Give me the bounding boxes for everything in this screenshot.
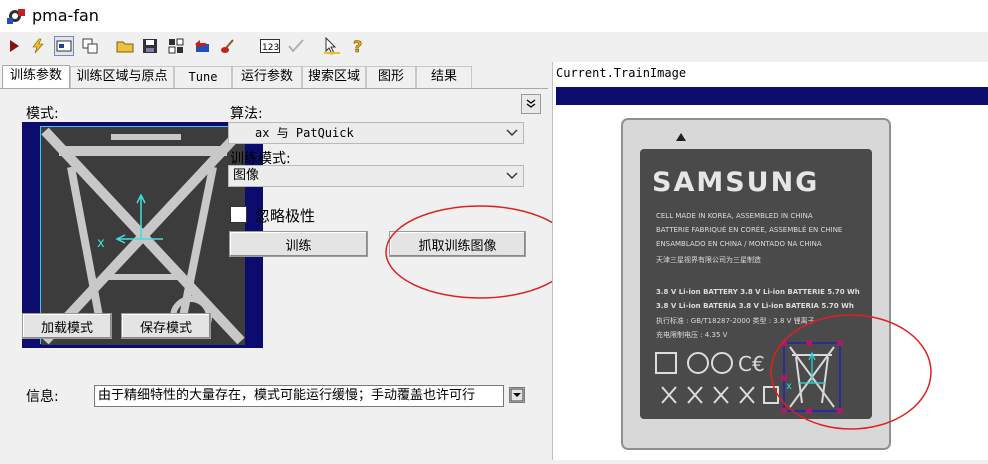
info-message-field: 由于精细特性的大量存在，模式可能运行缓慢；手动覆盖也许可行 — [94, 385, 504, 407]
tab-run-params[interactable]: 运行参数 — [232, 66, 302, 88]
svg-text:C€: C€ — [738, 352, 765, 376]
battery-line-3: ENSAMBLADO EN CHINA / MONTADO NA CHINA — [656, 240, 822, 248]
title-bar — [0, 0, 988, 32]
undo-icon[interactable] — [192, 36, 212, 56]
grid-icon[interactable] — [166, 36, 186, 56]
double-chevron-down-icon — [526, 99, 536, 108]
tab-train-region-origin[interactable]: 训练区域与原点 — [70, 66, 174, 88]
svg-text:x: x — [97, 236, 105, 251]
tab-search-region[interactable]: 搜索区域 — [302, 66, 366, 88]
help-icon[interactable]: ? — [348, 36, 368, 56]
svg-text:123: 123 — [262, 43, 279, 53]
chevron-down-icon — [506, 129, 518, 136]
open-folder-icon[interactable] — [115, 36, 135, 56]
battery-spec-4: 充电限制电压 : 4.35 V — [656, 331, 728, 339]
battery-line-4: 天津三星视界有限公司为三星制造 — [656, 256, 761, 264]
tab-graphics[interactable]: 图形 — [366, 66, 416, 88]
tab-tune[interactable]: Tune — [174, 66, 232, 88]
battery-spec-2: 3.8 V Li-ion BATERÍA 3.8 V Li-ion BATERI… — [656, 302, 854, 310]
app-logo-icon — [6, 7, 26, 25]
check-disabled-icon — [286, 36, 306, 56]
battery-line-2: BATTERIE FABRIQUÉ EN CORÉE, ASSEMBLÉ EN … — [656, 226, 843, 234]
info-label: 信息: — [26, 389, 59, 405]
brush-icon[interactable] — [218, 36, 238, 56]
copy-window-icon[interactable] — [80, 36, 100, 56]
counter-123-icon[interactable]: 123 — [260, 36, 280, 56]
train-button[interactable]: 训练 — [229, 231, 368, 257]
pattern-label: 模式: — [26, 106, 59, 122]
train-image-canvas[interactable]: SAMSUNG CELL MADE IN KOREA, ASSEMBLED IN… — [556, 105, 988, 460]
lightning-icon[interactable] — [28, 36, 48, 56]
algorithm-select[interactable]: ax 与 PatQuick — [228, 122, 524, 144]
tab-bar: 训练参数 训练区域与原点 Tune 运行参数 搜索区域 图形 结果 — [0, 65, 548, 89]
annotation-ellipse-left — [385, 205, 575, 299]
tab-results[interactable]: 结果 — [416, 66, 472, 88]
svg-text:?: ? — [353, 37, 362, 55]
battery-brand: SAMSUNG — [652, 167, 820, 198]
image-view-header-bar — [556, 87, 988, 105]
battery-spec-1: 3.8 V Li-ion BATTERY 3.8 V Li-ion BATTER… — [656, 288, 860, 296]
algorithm-label: 算法: — [230, 106, 263, 122]
train-mode-select[interactable]: 图像 — [228, 165, 524, 187]
algorithm-value: ax 与 PatQuick — [255, 126, 354, 140]
view-toggle-icon[interactable] — [54, 36, 74, 56]
run-icon[interactable] — [4, 36, 24, 56]
pen-edit-icon[interactable] — [322, 36, 342, 56]
arrow-down-icon — [510, 388, 524, 402]
window-title: pma-fan — [32, 6, 99, 25]
image-view-title: Current.TrainImage — [556, 66, 687, 80]
annotation-ellipse-right — [770, 314, 932, 430]
ignore-polarity-checkbox[interactable] — [230, 206, 247, 223]
battery-line-1: CELL MADE IN KOREA, ASSEMBLED IN CHINA — [656, 212, 813, 220]
train-mode-value: 图像 — [233, 168, 260, 183]
toolbar: 123 ? — [0, 32, 988, 60]
chevron-down-icon — [506, 172, 518, 179]
collapse-button[interactable] — [521, 94, 541, 114]
save-pattern-button[interactable]: 保存模式 — [121, 313, 211, 339]
save-icon[interactable] — [140, 36, 160, 56]
ignore-polarity-label: 忽略极性 — [255, 207, 316, 225]
tab-train-params[interactable]: 训练参数 — [2, 65, 70, 89]
load-pattern-button[interactable]: 加载模式 — [22, 313, 112, 339]
info-dropdown-button[interactable] — [509, 387, 525, 403]
